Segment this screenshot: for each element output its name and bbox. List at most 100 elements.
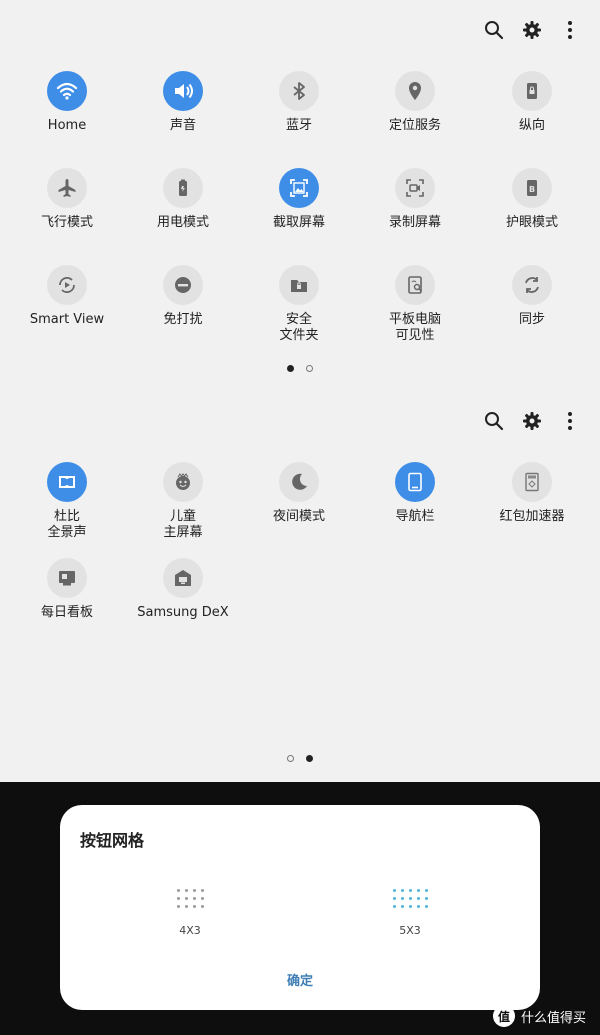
tile-screen-record[interactable]: 录制屏幕 bbox=[357, 168, 473, 231]
sync-icon bbox=[512, 265, 552, 305]
tile-label: 声音 bbox=[169, 118, 196, 133]
tile-label: 用电模式 bbox=[156, 215, 209, 230]
page-indicator-1 bbox=[0, 365, 600, 372]
grid-option-label: 5X3 bbox=[399, 924, 421, 937]
red-envelope-icon bbox=[512, 462, 552, 502]
gear-icon[interactable] bbox=[520, 18, 544, 42]
tile-red-envelope[interactable]: 红包加速器 bbox=[474, 462, 590, 525]
grid-option-5x3[interactable]: 5X3 bbox=[350, 877, 470, 937]
tile-label: 护眼模式 bbox=[505, 215, 558, 230]
tile-label: 导航栏 bbox=[395, 509, 435, 524]
tile-label: 儿童 主屏幕 bbox=[163, 509, 203, 540]
grid-dot bbox=[400, 889, 404, 892]
tile-kids-home[interactable]: 儿童 主屏幕 bbox=[125, 462, 241, 541]
page-dot-active bbox=[287, 365, 294, 372]
grid-dot bbox=[392, 897, 396, 900]
grid-dot bbox=[184, 905, 188, 908]
tile-label: 截取屏幕 bbox=[272, 215, 325, 230]
page-indicator-2 bbox=[0, 755, 600, 762]
tile-tablet-visibility[interactable]: 平板电脑 可见性 bbox=[357, 265, 473, 344]
tile-label: 定位服务 bbox=[388, 118, 441, 133]
tile-secure-folder[interactable]: 安全 文件夹 bbox=[241, 265, 357, 344]
grid-dot bbox=[424, 889, 428, 892]
bluetooth-icon bbox=[279, 71, 319, 111]
gear-icon[interactable] bbox=[520, 409, 544, 433]
tile-label: 纵向 bbox=[518, 118, 545, 133]
watermark: 值 什么值得买 bbox=[492, 1005, 586, 1027]
grid-dot bbox=[416, 905, 420, 908]
grid-option-label: 4X3 bbox=[179, 924, 201, 937]
tile-label: 录制屏幕 bbox=[388, 215, 441, 230]
grid-dot bbox=[176, 905, 180, 908]
grid-dot bbox=[408, 897, 412, 900]
screen-record-icon bbox=[395, 168, 435, 208]
grid-option-4x3[interactable]: 4X3 bbox=[130, 877, 250, 937]
grid-dot bbox=[424, 905, 428, 908]
tile-label: 杜比 全景声 bbox=[47, 509, 87, 540]
grid-dot bbox=[400, 905, 404, 908]
search-icon[interactable] bbox=[482, 409, 506, 433]
grid-dot bbox=[200, 905, 204, 908]
tile-label: 免打扰 bbox=[163, 312, 203, 327]
tile-wifi[interactable]: Home bbox=[9, 71, 125, 134]
tile-sync[interactable]: 同步 bbox=[474, 265, 590, 328]
search-icon[interactable] bbox=[482, 18, 506, 42]
tile-battery[interactable]: 用电模式 bbox=[125, 168, 241, 231]
tile-portrait-lock[interactable]: 纵向 bbox=[474, 71, 590, 134]
daily-board-icon bbox=[47, 558, 87, 598]
screenshot-icon bbox=[279, 168, 319, 208]
portrait-lock-icon bbox=[512, 71, 552, 111]
tile-samsung-dex[interactable]: Samsung DeX bbox=[125, 558, 241, 621]
grid-dot bbox=[184, 897, 188, 900]
tile-label: Home bbox=[47, 118, 87, 133]
grid-dot bbox=[408, 889, 412, 892]
tile-label: Samsung DeX bbox=[137, 605, 229, 620]
grid-4x3-icon bbox=[176, 889, 204, 908]
grid-dot bbox=[392, 905, 396, 908]
tile-screenshot[interactable]: 截取屏幕 bbox=[241, 168, 357, 231]
grid-dot bbox=[176, 889, 180, 892]
tile-dolby-atmos[interactable]: 杜比 全景声 bbox=[9, 462, 125, 541]
grid-dot bbox=[408, 905, 412, 908]
grid-dot bbox=[192, 905, 196, 908]
tile-night-mode[interactable]: 夜间模式 bbox=[241, 462, 357, 525]
grid-dot bbox=[176, 897, 180, 900]
page-dot-active bbox=[306, 755, 313, 762]
page-dot[interactable] bbox=[287, 755, 294, 762]
tile-label: 蓝牙 bbox=[285, 118, 312, 133]
tile-eye-comfort[interactable]: B 护眼模式 bbox=[474, 168, 590, 231]
eye-comfort-icon: B bbox=[512, 168, 552, 208]
page-dot[interactable] bbox=[306, 365, 313, 372]
tile-label: 夜间模式 bbox=[272, 509, 325, 524]
navigation-bar-icon bbox=[395, 462, 435, 502]
more-vertical-icon[interactable] bbox=[558, 18, 582, 42]
do-not-disturb-icon bbox=[163, 265, 203, 305]
tile-label: 安全 文件夹 bbox=[279, 312, 319, 343]
tile-navigation-bar[interactable]: 导航栏 bbox=[357, 462, 473, 525]
tile-smart-view[interactable]: Smart View bbox=[9, 265, 125, 328]
grid-dot bbox=[424, 897, 428, 900]
tile-location[interactable]: 定位服务 bbox=[357, 71, 473, 134]
dialog-title: 按钮网格 bbox=[80, 831, 145, 850]
smart-view-icon bbox=[47, 265, 87, 305]
airplane-icon bbox=[47, 168, 87, 208]
tile-volume[interactable]: 声音 bbox=[125, 71, 241, 134]
toolbar-2 bbox=[482, 409, 582, 433]
tile-label: 红包加速器 bbox=[499, 509, 565, 524]
tile-label: 飞行模式 bbox=[40, 215, 93, 230]
tile-label: Smart View bbox=[29, 312, 105, 327]
more-vertical-icon[interactable] bbox=[558, 409, 582, 433]
grid-dot bbox=[192, 889, 196, 892]
tile-do-not-disturb[interactable]: 免打扰 bbox=[125, 265, 241, 328]
battery-icon bbox=[163, 168, 203, 208]
grid-dot bbox=[416, 889, 420, 892]
tile-bluetooth[interactable]: 蓝牙 bbox=[241, 71, 357, 134]
confirm-button[interactable]: 确定 bbox=[60, 970, 540, 989]
grid-5x3-icon bbox=[392, 889, 428, 908]
wifi-icon bbox=[47, 71, 87, 111]
tile-daily-board[interactable]: 每日看板 bbox=[9, 558, 125, 621]
watermark-text: 什么值得买 bbox=[520, 1010, 586, 1026]
svg-text:B: B bbox=[529, 185, 535, 194]
grid-dot bbox=[416, 897, 420, 900]
tile-airplane[interactable]: 飞行模式 bbox=[9, 168, 125, 231]
